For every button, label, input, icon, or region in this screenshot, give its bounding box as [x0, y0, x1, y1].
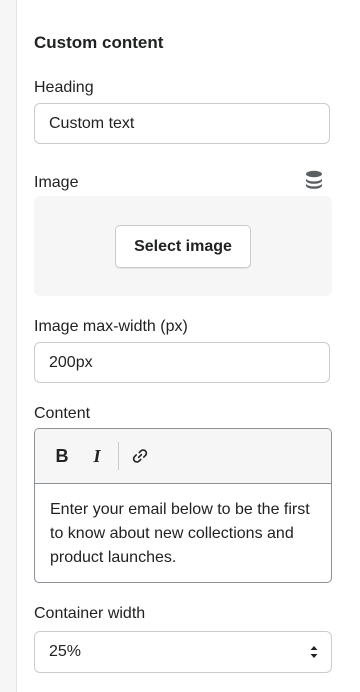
link-icon	[132, 449, 148, 463]
heading-input[interactable]	[34, 103, 330, 144]
image-label: Image	[34, 174, 79, 191]
container-width-value: 25%	[49, 643, 82, 660]
database-icon[interactable]	[305, 170, 323, 190]
heading-label: Heading	[34, 79, 94, 96]
bold-button[interactable]: B	[50, 443, 74, 469]
sidebar-edge	[0, 0, 17, 692]
settings-panel: Custom content Heading Image Select imag…	[17, 0, 360, 692]
section-title: Custom content	[34, 33, 164, 52]
rich-text-editor: B I Enter your email below to be the fir…	[34, 428, 332, 583]
image-max-width-label: Image max-width (px)	[34, 318, 188, 335]
container-width-select[interactable]: 25%	[34, 631, 332, 673]
container-width-label: Container width	[34, 605, 146, 622]
select-arrows-icon	[310, 646, 318, 658]
select-image-button[interactable]: Select image	[115, 225, 251, 268]
image-max-width-input[interactable]	[34, 342, 330, 383]
image-picker: Select image	[34, 196, 332, 296]
rich-text-content[interactable]: Enter your email below to be the first t…	[50, 498, 320, 570]
toolbar-divider	[118, 442, 119, 470]
rich-text-toolbar: B I	[35, 429, 331, 484]
italic-button[interactable]: I	[85, 443, 109, 469]
content-label: Content	[34, 405, 91, 422]
link-button[interactable]	[128, 443, 152, 469]
